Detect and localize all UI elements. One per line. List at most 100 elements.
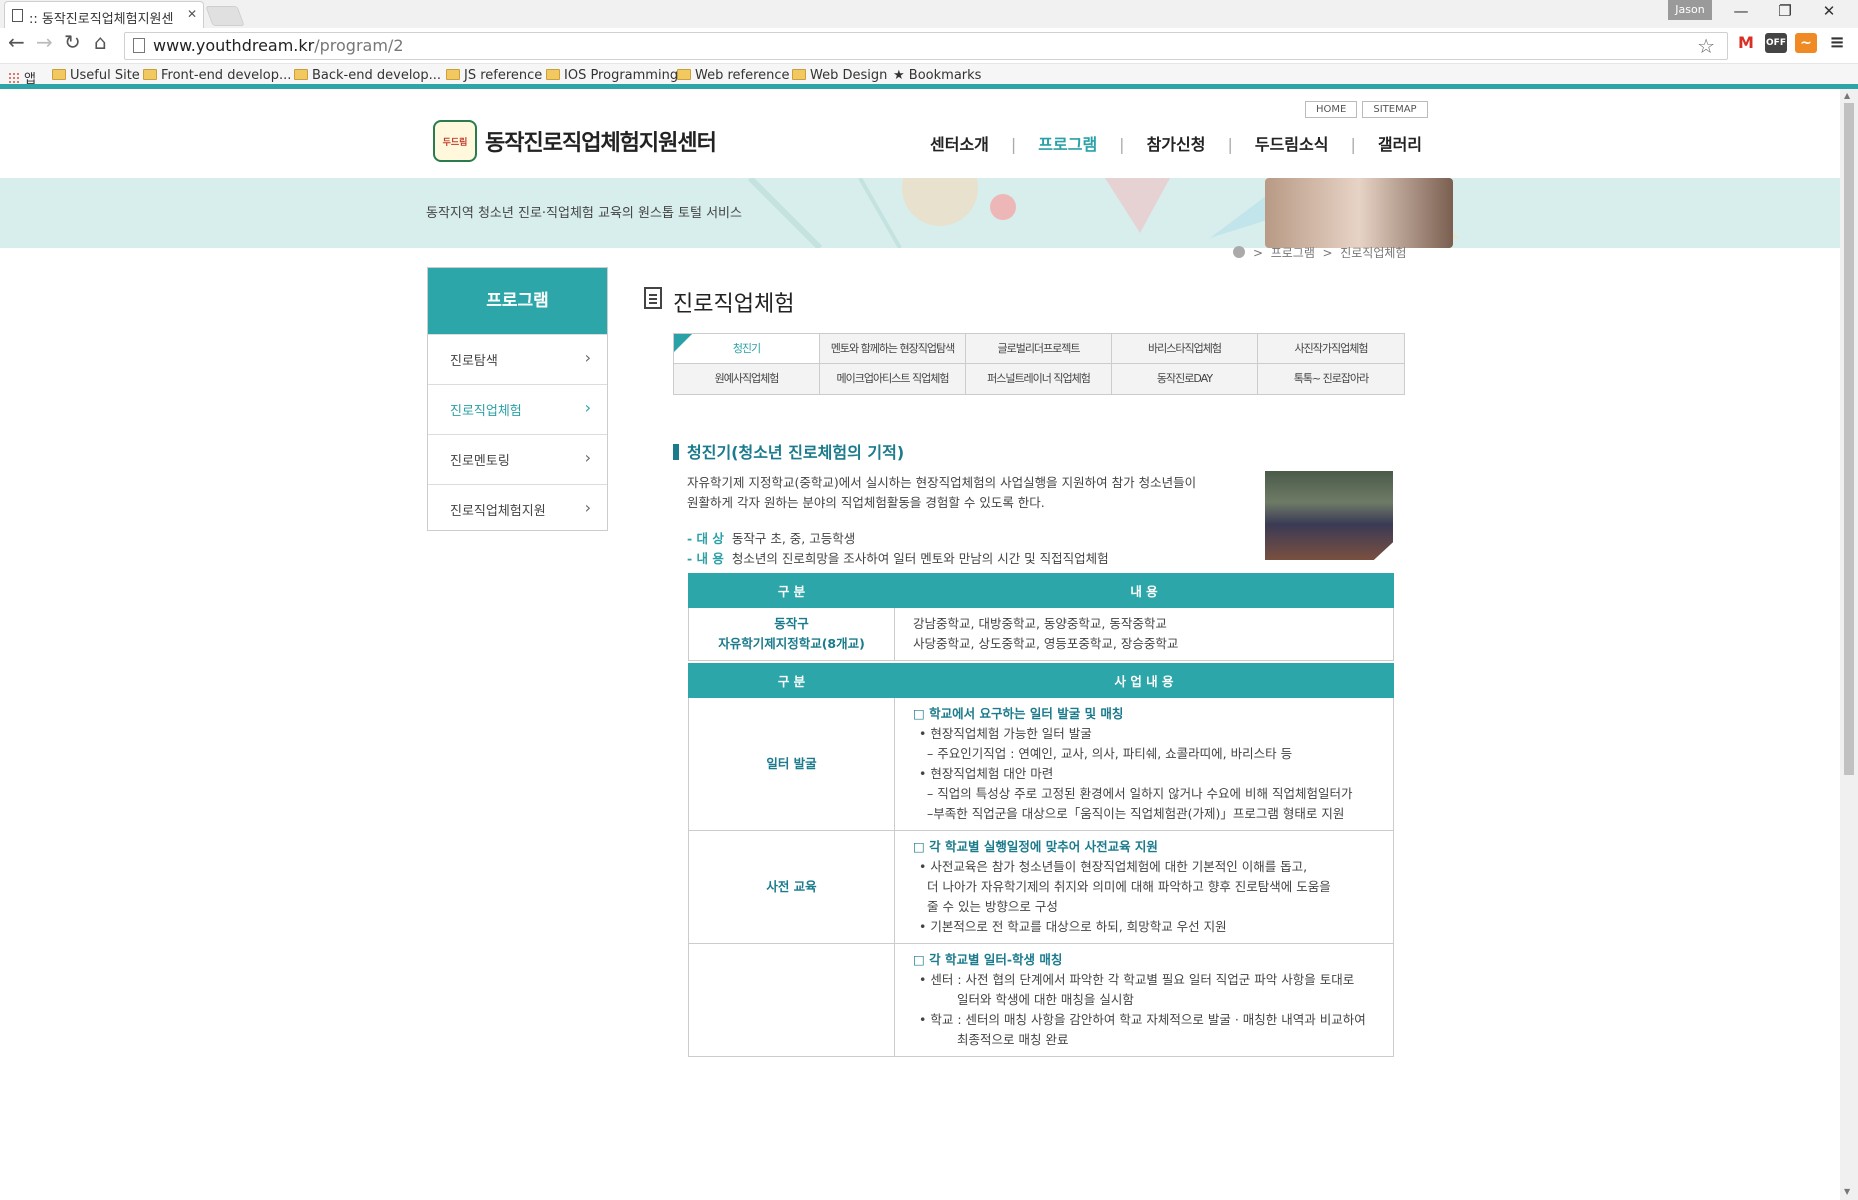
folder-icon (143, 69, 157, 80)
bookmark-folder[interactable]: Web reference (677, 68, 790, 83)
table-header: 구 분 (688, 663, 895, 698)
content-line: - 내 용 청소년의 진로희망을 조사하여 일터 멘토와 만남의 시간 및 직접… (687, 551, 1109, 566)
nav-center-intro[interactable]: 센터소개 (930, 131, 989, 155)
program-tabs: 청진기 멘토와 함께하는 현장직업탐색 글로벌리더프로젝트 바리스타직업체험 사… (673, 333, 1405, 395)
nav-news[interactable]: 두드림소식 (1255, 131, 1329, 155)
menu-icon[interactable]: ≡ (1826, 33, 1848, 53)
content-title: 진로직업체험 (673, 292, 795, 317)
home-icon[interactable]: ⌂ (94, 30, 107, 54)
breadcrumb-current[interactable]: 진로직업체험 (1340, 246, 1406, 260)
table-header-row: 구 분 내 용 (688, 573, 1394, 608)
tab-program[interactable]: 동작진로DAY (1112, 364, 1258, 394)
table-cell-category: 동작구 자유학기제지정학교(8개교) (688, 607, 895, 661)
page-scrollbar[interactable]: ▲ ▼ (1840, 89, 1858, 1200)
page-icon (133, 38, 145, 53)
tab-program[interactable]: 사진작가직업체험 (1258, 334, 1404, 364)
tab-program[interactable]: 멘토와 함께하는 현장직업탐색 (820, 334, 966, 364)
minimize-icon[interactable]: — (1726, 2, 1756, 20)
page-icon (12, 9, 23, 22)
browser-tab[interactable]: :: 동작진로직업체험지원센 ✕ (4, 1, 204, 28)
restore-icon[interactable]: ❐ (1770, 2, 1800, 20)
title-bar-marker (673, 444, 679, 460)
site-logo[interactable]: 두드림 (433, 120, 477, 162)
table-cell-category: 사전 교육 (688, 830, 895, 944)
table-header: 사 업 내 용 (894, 663, 1394, 698)
profile-button[interactable]: Jason (1668, 0, 1712, 20)
business-table: 구 분 사 업 내 용 일터 발굴 □ 학교에서 요구하는 일터 발굴 및 매칭… (688, 663, 1394, 1057)
url-host: www.youthdream.kr (153, 36, 315, 55)
bookmark-star-icon[interactable]: ☆ (1697, 34, 1715, 58)
util-sitemap-link[interactable]: SITEMAP (1362, 101, 1428, 118)
target-line: - 대 상 동작구 초, 중, 고등학생 (687, 531, 856, 546)
bookmark-folder[interactable]: JS reference (446, 68, 542, 83)
analytics-extension-icon[interactable]: ~ (1795, 33, 1817, 53)
tab-close-icon[interactable]: ✕ (187, 7, 197, 21)
table-cell-content: □ 학교에서 요구하는 일터 발굴 및 매칭 • 현장직업체험 가능한 일터 발… (894, 697, 1394, 831)
bookmark-folder[interactable]: Web Design (792, 68, 887, 83)
bookmark-folder[interactable]: Front-end develop... (143, 68, 291, 83)
chevron-right-icon: › (584, 348, 591, 367)
table-row: 동작구 자유학기제지정학교(8개교) 강남중학교, 대방중학교, 동양중학교, … (688, 607, 1394, 661)
nav-separator: | (1010, 135, 1017, 154)
chevron-right-icon: › (584, 448, 591, 467)
browser-tabstrip: :: 동작진로직업체험지원센 ✕ Jason — ❐ ✕ (0, 0, 1858, 28)
apps-grid-icon (8, 72, 20, 84)
schools-table: 구 분 내 용 동작구 자유학기제지정학교(8개교) 강남중학교, 대방중학교,… (688, 573, 1394, 661)
scroll-down-icon[interactable]: ▼ (1844, 1187, 1850, 1196)
tab-program[interactable]: 퍼스널트레이너 직업체험 (966, 364, 1112, 394)
nav-apply[interactable]: 참가신청 (1147, 131, 1206, 155)
folder-icon (52, 69, 66, 80)
folder-icon (294, 69, 308, 80)
gmail-icon[interactable]: M (1735, 33, 1757, 53)
browser-toolbar: ← → ↻ ⌂ www.youthdream.kr/program/2 ☆ M … (0, 28, 1858, 64)
section-title: 청진기(청소년 진로체험의 기적) (673, 439, 904, 463)
reload-icon[interactable]: ↻ (64, 30, 81, 54)
tab-program[interactable]: 청진기 (674, 334, 820, 364)
side-nav-item-career-exploration[interactable]: 진로탐색 › (428, 334, 607, 384)
table-cell-content: □ 각 학교별 실행일정에 맞추어 사전교육 지원 • 사전교육은 참가 청소년… (894, 830, 1394, 944)
folder-icon (546, 69, 560, 80)
tab-program[interactable]: 원예사직업체험 (674, 364, 820, 394)
close-window-icon[interactable]: ✕ (1814, 2, 1844, 20)
new-tab-button[interactable] (205, 6, 245, 26)
bookmarks-folder[interactable]: ★ Bookmarks (893, 68, 981, 83)
bookmark-folder[interactable]: Back-end develop... (294, 68, 441, 83)
folder-icon (792, 69, 806, 80)
chevron-right-icon: › (584, 398, 591, 417)
main-nav: 센터소개 | 프로그램 | 참가신청 | 두드림소식 | 갤러리 (930, 131, 1422, 155)
chevron-right-icon: › (584, 498, 591, 517)
table-row: 사전 교육 □ 각 학교별 실행일정에 맞추어 사전교육 지원 • 사전교육은 … (688, 830, 1394, 944)
table-row: □ 각 학교별 일터-학생 매칭 • 센터 : 사전 협의 단계에서 파악한 각… (688, 943, 1394, 1057)
utility-links: HOME SITEMAP (1300, 97, 1428, 118)
breadcrumb-program[interactable]: 프로그램 (1271, 246, 1315, 260)
tab-program[interactable]: 톡톡~ 진로잡아라 (1258, 364, 1404, 394)
side-nav-item-career-experience[interactable]: 진로직업체험 › (428, 384, 607, 434)
scroll-up-icon[interactable]: ▲ (1844, 91, 1850, 100)
home-icon[interactable] (1233, 246, 1245, 258)
sub-banner: 동작지역 청소년 진로·직업체험 교육의 원스톱 토털 서비스 (0, 178, 1840, 248)
forward-icon[interactable]: → (36, 30, 53, 54)
tab-program[interactable]: 메이크업아티스트 직업체험 (820, 364, 966, 394)
nav-program[interactable]: 프로그램 (1038, 131, 1097, 155)
util-home-link[interactable]: HOME (1305, 101, 1358, 118)
table-cell-schools: 강남중학교, 대방중학교, 동양중학교, 동작중학교 사당중학교, 상도중학교,… (894, 607, 1394, 661)
side-nav-item-career-mentoring[interactable]: 진로멘토링 › (428, 434, 607, 484)
back-icon[interactable]: ← (8, 30, 25, 54)
site-title[interactable]: 동작진로직업체험지원센터 (485, 125, 717, 157)
folder-icon (446, 69, 460, 80)
side-nav-item-experience-support[interactable]: 진로직업체험지원 › (428, 484, 607, 534)
tab-program[interactable]: 바리스타직업체험 (1112, 334, 1258, 364)
extension-off-icon[interactable]: OFF (1765, 33, 1787, 53)
nav-gallery[interactable]: 갤러리 (1378, 131, 1422, 155)
bookmark-folder[interactable]: Useful Site (52, 68, 140, 83)
section-intro: 자유학기제 지정학교(중학교)에서 실시하는 현장직업체험의 사업실행을 지원하… (687, 475, 1197, 510)
table-header-row: 구 분 사 업 내 용 (688, 663, 1394, 698)
tab-program[interactable]: 글로벌리더프로젝트 (966, 334, 1112, 364)
bookmark-folder[interactable]: IOS Programming (546, 68, 678, 83)
address-bar[interactable]: www.youthdream.kr/program/2 ☆ (124, 32, 1728, 60)
nav-separator: | (1119, 135, 1125, 154)
url-path: /program/2 (314, 36, 404, 55)
side-nav: 프로그램 진로탐색 › 진로직업체험 › 진로멘토링 › 진로직업체험지원 › (427, 267, 608, 531)
scrollbar-thumb[interactable] (1844, 103, 1854, 775)
table-row: 일터 발굴 □ 학교에서 요구하는 일터 발굴 및 매칭 • 현장직업체험 가능… (688, 697, 1394, 831)
